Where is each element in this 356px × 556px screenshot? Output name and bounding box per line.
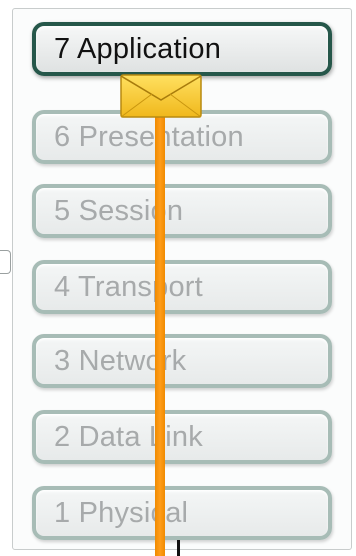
- layer-label: 4 Transport: [54, 270, 203, 303]
- connector-tick: [177, 540, 180, 556]
- layer-label: 3 Network: [54, 344, 187, 377]
- layer-label: 1 Physical: [54, 496, 189, 529]
- layer-data-link: 2 Data Link: [32, 410, 332, 464]
- side-bracket: [0, 250, 11, 274]
- layer-network: 3 Network: [32, 334, 332, 388]
- layer-application: 7 Application: [32, 22, 332, 76]
- layer-session: 5 Session: [32, 184, 332, 238]
- data-flow-line: [155, 86, 165, 556]
- layer-presentation: 6 Presentation: [32, 110, 332, 164]
- envelope-icon: [120, 74, 202, 118]
- layer-label: 2 Data Link: [54, 420, 203, 453]
- layer-physical: 1 Physical: [32, 486, 332, 540]
- layer-label: 6 Presentation: [54, 120, 244, 153]
- osi-model-diagram: 7 Application 6 Presentation 5 Session 4…: [0, 0, 356, 556]
- layer-transport: 4 Transport: [32, 260, 332, 314]
- layer-label: 7 Application: [54, 32, 222, 65]
